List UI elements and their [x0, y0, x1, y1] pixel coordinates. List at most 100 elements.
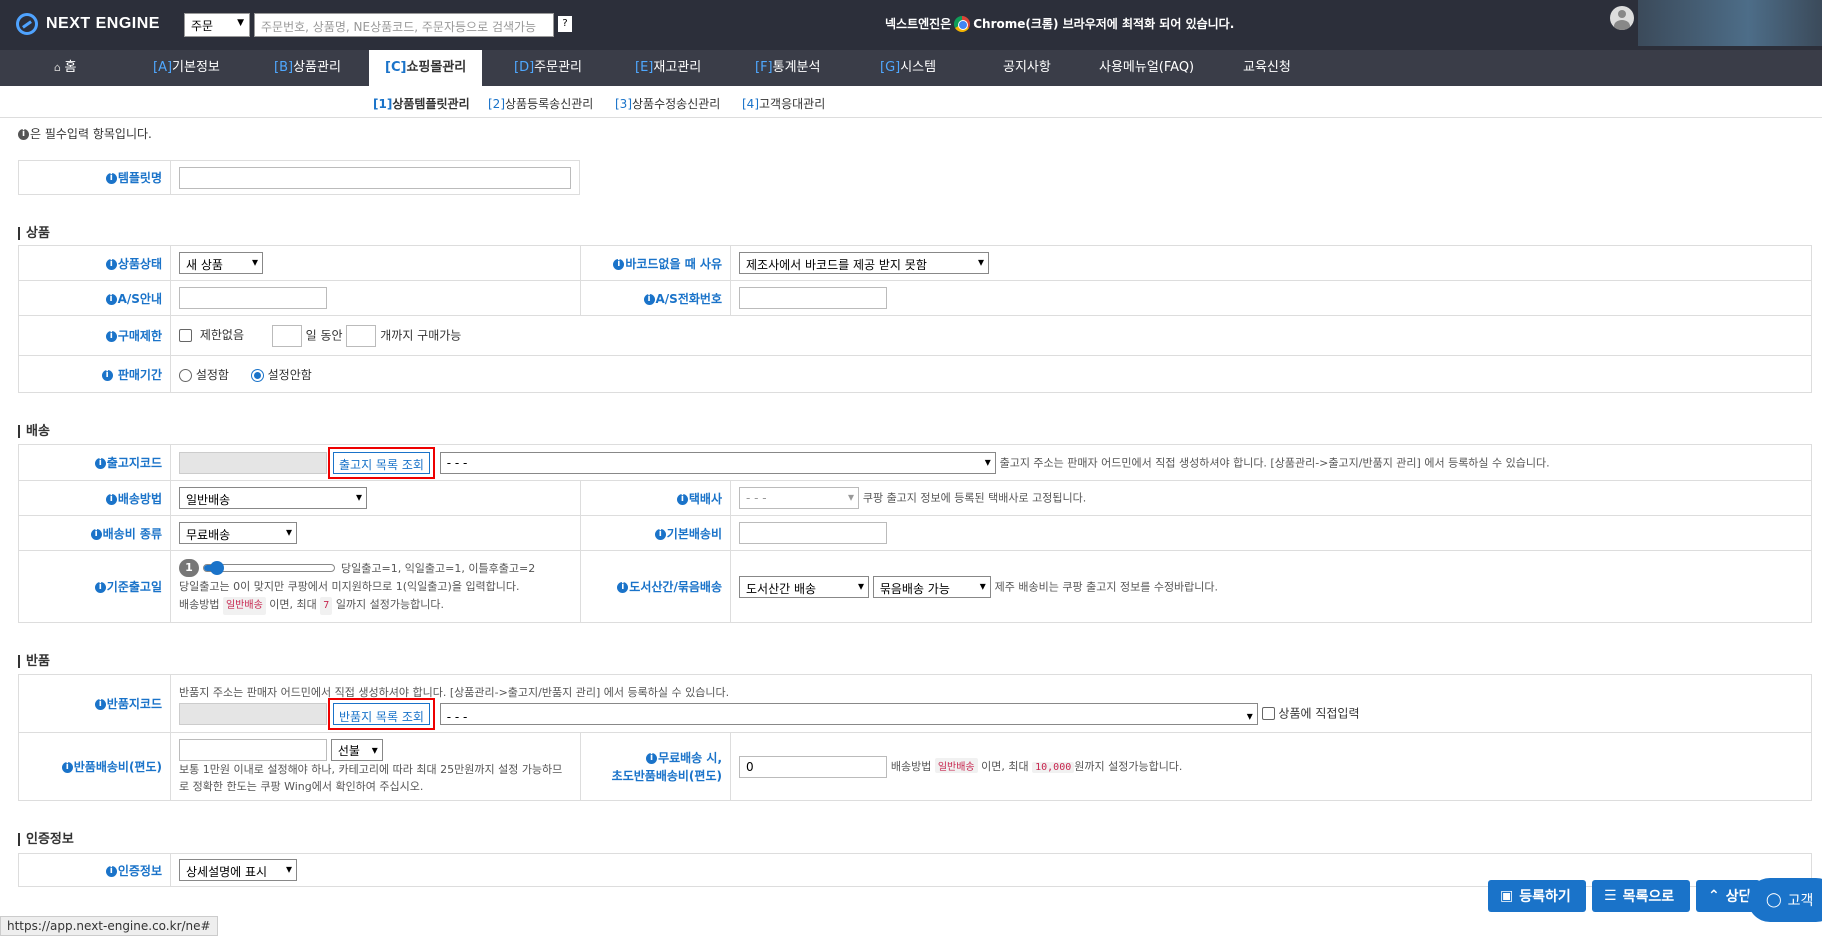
cert-select[interactable]: 상세설명에 표시	[179, 859, 297, 881]
search-type-select[interactable]: 주문	[184, 13, 250, 37]
lead-time-hint2: 배송방법 일반배송 이면, 최대 7 일까지 설정가능합니다.	[179, 596, 572, 615]
return-code-input[interactable]	[179, 702, 327, 725]
list-button[interactable]: ☰ 목록으로	[1592, 880, 1690, 912]
nav-shopping-mall[interactable]: [C]쇼핑몰관리	[369, 50, 483, 86]
free-return-input[interactable]: 0	[739, 755, 887, 778]
days-text: 일 동안	[305, 328, 343, 342]
lead-time-slider-thumb[interactable]	[209, 561, 224, 575]
courier-hint: 쿠팡 출고지 정보에 등록된 택배사로 고정됩니다.	[862, 491, 1087, 505]
template-name-input[interactable]	[179, 166, 571, 189]
logo[interactable]: NEXT ENGINE	[16, 13, 160, 35]
nav-training[interactable]: 교육신청	[1243, 50, 1291, 86]
nav-statistics[interactable]: [F]통계분석	[755, 50, 820, 86]
return-fee-label-cell: i 반품배송비(편도)	[18, 732, 171, 801]
free-return-label2: 초도반품배송비(편도)	[611, 768, 722, 783]
return-fee-input[interactable]	[179, 738, 327, 761]
origin-select[interactable]: - - -	[439, 451, 996, 474]
nav-manual[interactable]: 사용메뉴얼(FAQ)	[1099, 50, 1194, 86]
sale-unset-radio[interactable]	[250, 368, 264, 382]
chat-button[interactable]: ◯ 고객	[1748, 878, 1822, 922]
base-fee-input[interactable]	[739, 522, 887, 544]
origin-lookup-button[interactable]: 출고지 목록 조회	[333, 451, 430, 474]
return-select[interactable]: - - -	[439, 702, 1258, 726]
search-input[interactable]: 주문번호, 상품명, NE상품코드, 주문자등으로 검색가능	[254, 13, 554, 37]
nav-products[interactable]: [B]상품관리	[274, 50, 341, 86]
subnav-register-send[interactable]: [2]상품등록송신관리	[488, 95, 593, 112]
no-barcode-label: 바코드없을 때 사유	[625, 256, 722, 271]
browser-notice: 넥스트엔진은 Chrome(크롬) 브라우저에 최적화 되어 있습니다.	[885, 15, 1234, 32]
as-info-label: A/S안내	[117, 291, 162, 306]
as-phone-label: A/S전화번호	[655, 291, 722, 306]
info-icon: i	[105, 493, 117, 505]
lead-hint-text: 일까지 설정가능합니다.	[335, 597, 445, 611]
subnav-key: [2]	[488, 97, 505, 111]
subnav-template[interactable]: [1]상품템플릿관리	[373, 95, 470, 112]
status-select[interactable]: 새 상품	[179, 252, 263, 274]
nav-key: [C]	[385, 60, 407, 75]
info-icon: i	[90, 528, 102, 540]
nav-key: [A]	[153, 60, 173, 75]
search-help-button[interactable]: ?	[558, 16, 572, 32]
bundle-select[interactable]: 묶음배송 가능	[872, 575, 991, 598]
free-return-cell: 0 배송방법 일반배송 이면, 최대 10,000 원까지 설정가능합니다.	[730, 732, 1812, 801]
save-icon: ▣	[1500, 888, 1514, 904]
lead-time-label: 기준출고일	[106, 580, 162, 594]
as-phone-input[interactable]	[739, 287, 887, 309]
no-barcode-label-cell: i 바코드없을 때 사유	[580, 245, 731, 281]
fee-type-label: 배송비 종류	[102, 526, 162, 541]
section-title-returns: 반품	[18, 655, 50, 668]
free-hint-text: 배송방법	[890, 760, 932, 773]
purchase-limit-label-cell: i 구매제한	[18, 315, 171, 356]
subnav-key: [3]	[615, 97, 632, 111]
subnav-label: 상품템플릿관리	[392, 97, 470, 111]
direct-input-checkbox[interactable]	[1261, 707, 1275, 720]
nav-label: 시스템	[900, 60, 937, 75]
info-icon: i	[105, 258, 117, 270]
no-barcode-select[interactable]: 제조사에서 바코드를 제공 받지 못함	[739, 252, 989, 274]
subnav-key: [4]	[742, 97, 759, 111]
subnav-label: 상품수정송신관리	[632, 97, 721, 111]
main-nav: ⌂ 홈 [A]기본정보 [B]상품관리 [C]쇼핑몰관리 [D]주문관리 [E]…	[0, 50, 1822, 86]
lead-time-slider[interactable]	[203, 561, 335, 575]
fee-type-select[interactable]: 무료배송	[179, 522, 297, 544]
courier-label-cell: i 택배사	[580, 480, 731, 516]
nav-system[interactable]: [G]시스템	[880, 50, 936, 86]
sale-set-radio[interactable]	[179, 368, 192, 382]
chrome-icon	[954, 15, 971, 32]
limit-qty-input[interactable]	[346, 324, 377, 347]
return-lookup-button[interactable]: 반품지 목록 조회	[333, 702, 430, 725]
subnav-customer[interactable]: [4]고객응대관리	[742, 95, 825, 112]
nav-home[interactable]: ⌂ 홈	[54, 50, 76, 86]
prepaid-select[interactable]: 선불	[330, 738, 383, 761]
base-fee-label: 기본배송비	[666, 526, 722, 541]
user-avatar-icon[interactable]	[1610, 6, 1634, 30]
nav-notices[interactable]: 공지사항	[1003, 50, 1051, 86]
limit-days-input[interactable]	[271, 324, 302, 347]
sale-unset-label: 설정안함	[267, 367, 312, 382]
origin-code-input[interactable]	[179, 451, 327, 474]
subnav-modify-send[interactable]: [3]상품수정송신관리	[615, 95, 720, 112]
nav-inventory[interactable]: [E]재고관리	[635, 50, 701, 86]
nav-label: 기본정보	[172, 60, 220, 75]
required-note-text: 은 필수입력 항목입니다.	[30, 127, 152, 141]
nav-basic-info[interactable]: [A]기본정보	[153, 50, 220, 86]
nav-label: 공지사항	[1003, 60, 1051, 75]
free-return-label-cell: i 무료배송 시, 초도반품배송비(편도)	[580, 732, 731, 801]
register-button[interactable]: ▣ 등록하기	[1488, 880, 1586, 912]
return-fee-hint1: 보통 1만원 이내로 설정해야 하나, 카테고리에 따라 최대 25만원까지 설…	[179, 762, 563, 776]
no-limit-checkbox[interactable]	[179, 329, 192, 342]
status-cell: 새 상품	[170, 245, 581, 281]
method-select[interactable]: 일반배송	[179, 487, 367, 509]
as-info-input[interactable]	[179, 287, 327, 309]
as-phone-cell	[730, 280, 1812, 316]
profile-banner[interactable]	[1638, 0, 1822, 46]
purchase-limit-cell: 제한없음 일 동안 개까지 구매가능	[170, 315, 1812, 356]
logo-text: NEXT ENGINE	[46, 15, 160, 32]
info-icon: i	[94, 582, 106, 593]
courier-select[interactable]: - - -	[739, 487, 859, 509]
tag-max-amount: 10,000	[1032, 762, 1075, 773]
subnav-label: 상품등록송신관리	[505, 97, 594, 111]
nav-orders[interactable]: [D]주문관리	[514, 50, 582, 86]
island-select[interactable]: 도서산간 배송	[739, 575, 869, 598]
sale-set-label: 설정함	[195, 367, 229, 382]
